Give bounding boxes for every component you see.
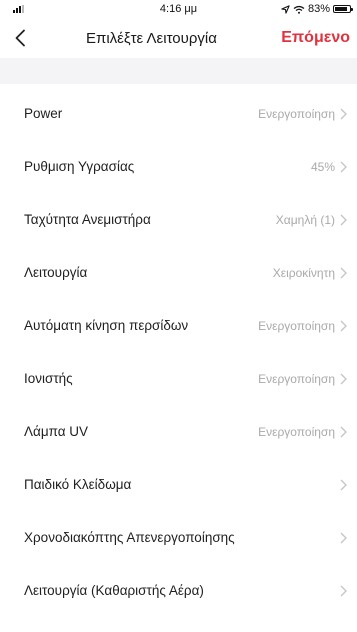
function-label: Λάμπα UV [24,424,89,439]
function-value: Ενεργοποίηση [258,318,335,333]
wifi-icon [293,5,305,14]
function-row-power[interactable]: Power Ενεργοποίηση [0,87,357,140]
function-row-ionizer[interactable]: Ιονιστής Ενεργοποίηση [0,352,357,405]
function-label: Λειτουργία (Καθαριστής Αέρα) [24,583,204,598]
function-value: Ενεργοποίηση [258,371,335,386]
function-label: Ταχύτητα Ανεμιστήρα [24,212,151,227]
navigation-bar: Επιλέξτε Λειτουργία Επόμενο [0,18,357,58]
battery-percent: 83% [307,3,330,15]
function-label: Power [24,106,63,121]
chevron-right-icon [338,266,348,280]
function-label: Ιονιστής [24,371,73,386]
function-row-humidity[interactable]: Ρυθμιση Υγρασίας 45% [0,140,357,193]
function-value: Ενεργοποίηση [258,424,335,439]
status-bar: 4:16 μμ 83% [0,0,357,18]
status-right: 83% [281,3,353,15]
back-button[interactable] [6,24,34,52]
chevron-right-icon [338,160,348,174]
function-row-air-purifier-mode[interactable]: Λειτουργία (Καθαριστής Αέρα) [0,564,357,617]
function-label: Παιδικό Κλείδωμα [24,477,132,492]
function-value: Ενεργοποίηση [258,106,335,121]
chevron-right-icon [338,531,348,545]
function-label: Χρονοδιακόπτης Απενεργοποίησης [24,530,235,545]
function-list: Power Ενεργοποίηση Ρυθμιση Υγρασίας 45% … [0,84,357,632]
page-title: Επιλέξτε Λειτουργία [86,30,217,47]
chevron-right-icon [338,107,348,121]
function-row-mode[interactable]: Λειτουργία Χειροκίνητη [0,246,357,299]
chevron-right-icon [338,213,348,227]
function-value: Χειροκίνητη [272,265,335,280]
chevron-right-icon [338,584,348,598]
function-row-auto-swing[interactable]: Αυτόματη κίνηση περσίδων Ενεργοποίηση [0,299,357,352]
function-row-uv-lamp[interactable]: Λάμπα UV Ενεργοποίηση [0,405,357,458]
function-row-off-timer[interactable]: Χρονοδιακόπτης Απενεργοποίησης [0,511,357,564]
function-row-child-lock[interactable]: Παιδικό Κλείδωμα [0,458,357,511]
function-row-fan-speed[interactable]: Ταχύτητα Ανεμιστήρα Χαμηλή (1) [0,193,357,246]
function-label: Ρυθμιση Υγρασίας [24,159,135,174]
location-arrow-icon [281,4,290,14]
function-label: Αυτόματη κίνηση περσίδων [24,318,189,333]
function-value: 45% [310,159,335,174]
chevron-right-icon [338,319,348,333]
chevron-left-icon [15,29,25,47]
function-label: Λειτουργία [24,265,88,280]
chevron-right-icon [338,425,348,439]
chevron-right-icon [338,478,348,492]
battery-icon [333,5,353,13]
battery-level [335,7,347,11]
chevron-right-icon [338,372,348,386]
next-button[interactable]: Επόμενο [281,29,350,47]
function-value: Χαμηλή (1) [275,212,335,227]
